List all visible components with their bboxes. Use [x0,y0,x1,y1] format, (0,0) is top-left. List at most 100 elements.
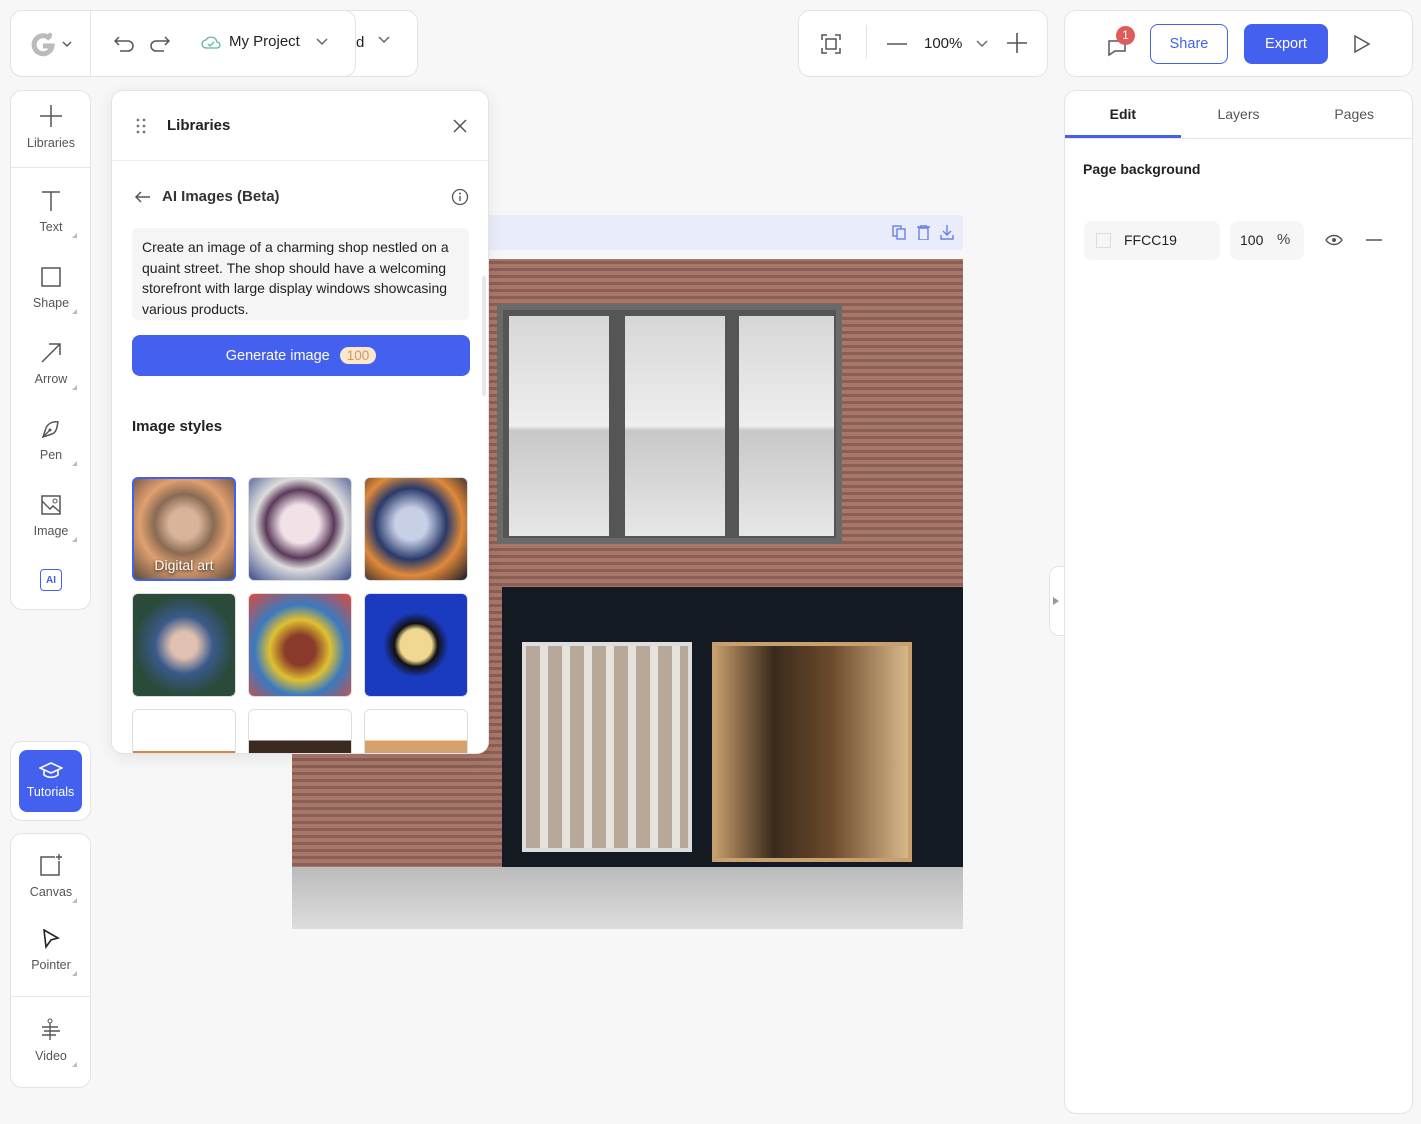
color-value: FFCC19 [1124,232,1177,248]
prompt-textarea[interactable]: Create an image of a charming shop nestl… [132,228,469,320]
chevron-down-icon [62,41,72,47]
eye-icon[interactable] [1325,234,1343,246]
tab-pages[interactable]: Pages [1296,91,1412,138]
arrow-icon [41,343,61,363]
tool-label: Pen [39,448,63,462]
chevron-down-icon[interactable] [378,36,390,44]
canvas-add-icon [40,854,62,876]
color-swatch[interactable] [1096,233,1111,248]
back-arrow-icon[interactable] [134,191,150,203]
redo-icon[interactable] [148,34,170,52]
styles-title: Image styles [132,418,223,435]
actions-bar: 1 Share Export [1064,10,1413,77]
style-thumbnail[interactable] [132,593,236,697]
truncated-menu-label[interactable]: d [356,34,364,51]
properties-panel: Edit Layers Pages Page background FFCC19… [1064,90,1413,1114]
sidewalk [292,867,963,929]
logo-icon [30,31,56,57]
tool-image[interactable]: Image [11,495,91,542]
tool-arrow[interactable]: Arrow [11,343,91,390]
project-bar-main: My Project [10,10,356,77]
export-button[interactable]: Export [1244,24,1328,64]
chevron-down-icon [316,37,328,46]
tutorials-label: Tutorials [26,785,75,799]
tool-video[interactable]: Video [11,1018,91,1067]
collapse-panel-handle[interactable] [1049,566,1064,636]
cloud-saved-icon [201,35,221,49]
style-thumbnail[interactable] [364,709,468,753]
drag-handle-icon[interactable] [136,118,146,134]
bottom-toolbar: Canvas Pointer Video [10,833,91,1088]
opacity-value: 100 [1240,232,1264,248]
style-thumbnail[interactable] [248,593,352,697]
section-title: AI Images (Beta) [162,188,280,205]
pen-icon [41,419,61,439]
style-thumbnail[interactable] [132,709,236,753]
zoom-out-icon[interactable] [887,43,907,45]
tool-label: Video [35,1049,67,1063]
libraries-panel: Libraries AI Images (Beta) Create an ima… [111,90,489,754]
tool-label: Canvas [29,885,73,899]
tool-canvas[interactable]: Canvas [11,854,91,903]
credits-badge: 100 [339,347,377,364]
square-icon [41,267,61,287]
style-thumbnail[interactable]: Digital art [132,477,236,581]
tool-label: Arrow [34,372,68,386]
scrollbar[interactable] [482,276,486,396]
project-name-dropdown[interactable]: My Project [201,33,328,50]
tool-text[interactable]: Text [11,191,91,238]
tool-libraries[interactable]: Libraries [11,105,91,150]
tool-label: Libraries [27,136,75,150]
style-label: Digital art [154,557,214,573]
undo-icon[interactable] [114,34,136,52]
tutorials-card: Tutorials [10,741,91,821]
zoom-in-icon[interactable] [1007,33,1027,53]
style-thumbnail[interactable] [248,477,352,581]
text-icon [41,191,61,211]
play-icon[interactable] [1353,34,1371,54]
caret-right-icon [1053,597,1059,605]
opacity-field[interactable]: 100 % [1230,221,1304,260]
tool-label: Text [39,220,63,234]
zoom-level[interactable]: 100% [924,35,962,52]
info-icon[interactable] [451,188,469,206]
duplicate-icon[interactable] [892,225,906,240]
divider [866,25,867,59]
fit-screen-icon[interactable] [821,34,841,54]
generate-image-button[interactable]: Generate image 100 [132,335,470,376]
tab-layers[interactable]: Layers [1181,91,1297,138]
graduation-cap-icon [38,762,63,778]
notification-badge: 1 [1116,26,1135,45]
image-icon [41,495,61,515]
tool-pointer[interactable]: Pointer [11,929,91,976]
tool-label: Shape [32,296,70,310]
chevron-down-icon[interactable] [976,40,988,48]
close-icon[interactable] [453,119,467,133]
tool-ai[interactable]: AI [11,569,91,591]
storefront [502,587,963,867]
style-thumbnail[interactable] [364,477,468,581]
pointer-icon [42,929,60,949]
share-button[interactable]: Share [1150,24,1228,64]
logo-menu[interactable] [11,11,91,76]
zoom-bar: 100% [798,10,1048,77]
project-name: My Project [229,33,300,50]
tool-label: Pointer [31,958,71,972]
color-field[interactable]: FFCC19 [1084,221,1220,260]
tutorials-button[interactable]: Tutorials [19,750,82,812]
download-icon[interactable] [940,225,954,240]
tool-shape[interactable]: Shape [11,267,91,314]
tab-edit[interactable]: Edit [1065,91,1181,138]
tool-pen[interactable]: Pen [11,419,91,466]
opacity-unit: % [1277,231,1291,248]
left-toolbar: Libraries Text Shape Arrow Pen Image AI [10,90,91,610]
divider [112,160,488,161]
trash-icon[interactable] [917,225,930,240]
plus-icon [40,105,62,127]
panel-title: Libraries [167,117,231,134]
style-thumbnail[interactable] [248,709,352,753]
style-thumbnail[interactable] [364,593,468,697]
generate-label: Generate image [225,347,330,364]
remove-icon[interactable] [1366,239,1382,241]
tool-label: Image [33,524,69,538]
